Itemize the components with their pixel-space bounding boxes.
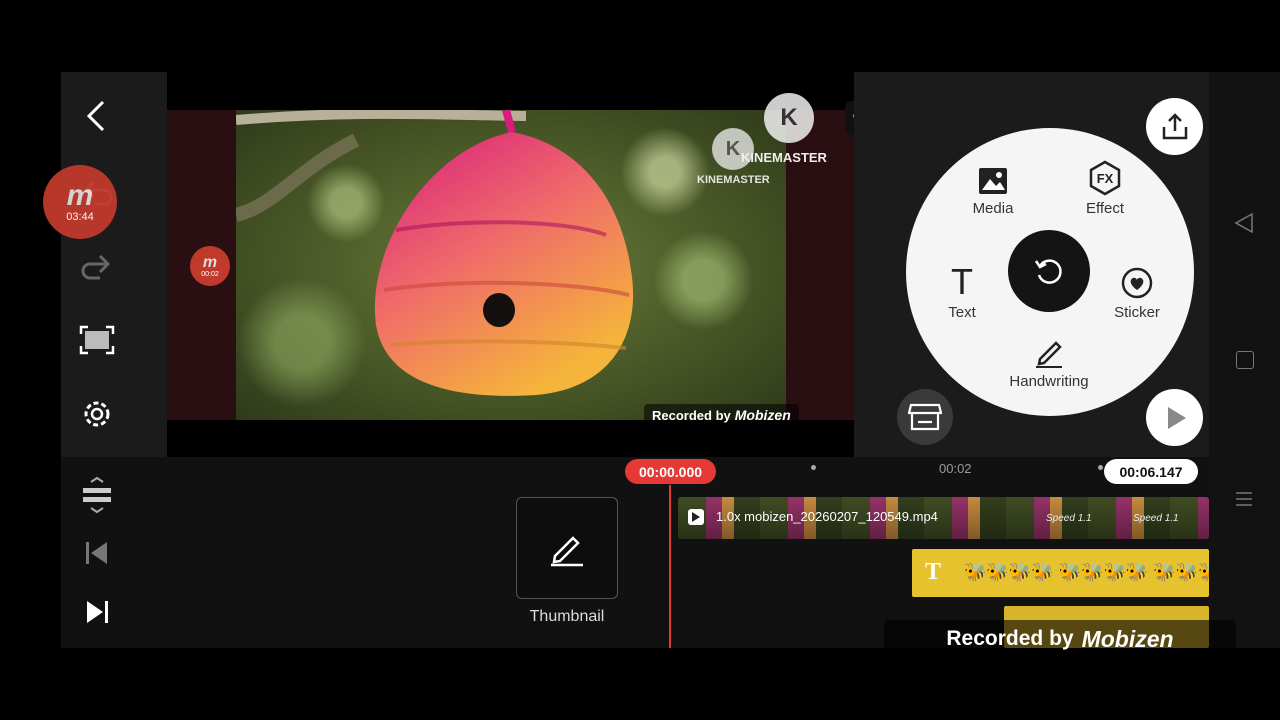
fullscreen-icon bbox=[79, 325, 115, 355]
jump-start-button[interactable] bbox=[77, 533, 117, 573]
beehive-image bbox=[236, 110, 634, 396]
recorder-watermark: Recorded by Mobizen bbox=[884, 620, 1236, 658]
redo-icon bbox=[81, 254, 111, 280]
menu-media[interactable]: Media bbox=[938, 158, 1048, 217]
timeline-layers-button[interactable] bbox=[77, 475, 117, 515]
jump-end-button[interactable] bbox=[77, 592, 117, 632]
menu-lines-icon bbox=[1236, 492, 1252, 506]
kinemaster-logo-icon: K bbox=[764, 93, 814, 143]
mobizen-preview-badge: m 00:02 bbox=[190, 246, 230, 286]
timeline-tick-dot bbox=[811, 465, 816, 470]
sticker-icon bbox=[1121, 267, 1153, 299]
pencil-icon bbox=[551, 536, 583, 567]
asset-store-button[interactable] bbox=[897, 389, 953, 445]
store-icon bbox=[908, 403, 942, 431]
thumbnail-button[interactable] bbox=[516, 497, 618, 599]
preview-mobizen-text: Mobizen bbox=[734, 407, 791, 423]
text-layer-clip[interactable]: T 🐝🐝🐝🐝 🐝🐝🐝🐝 🐝🐝🐝 bbox=[912, 549, 1209, 597]
menu-text[interactable]: T Text bbox=[907, 261, 1017, 322]
skip-end-icon bbox=[87, 601, 108, 623]
triangle-back-icon bbox=[1234, 212, 1253, 234]
pen-icon bbox=[1036, 341, 1062, 368]
nav-home-button[interactable] bbox=[1236, 351, 1254, 369]
kinemaster-watermark-icon: K bbox=[712, 128, 754, 170]
recorder-watermark-brand: Mobizen bbox=[1081, 625, 1174, 652]
mobizen-logo-icon: m bbox=[66, 179, 94, 212]
play-button[interactable] bbox=[1146, 389, 1203, 446]
nav-recents-button[interactable] bbox=[1234, 489, 1254, 514]
redo-button[interactable] bbox=[77, 246, 117, 286]
back-button[interactable] bbox=[77, 96, 117, 136]
preview-recorded-label: Recorded by bbox=[652, 407, 731, 423]
menu-text-label: Text bbox=[948, 304, 976, 321]
total-time-badge: 00:06.147 bbox=[1104, 459, 1198, 484]
export-button[interactable] bbox=[1146, 98, 1203, 155]
text-layer-icon: T bbox=[925, 559, 942, 585]
fullscreen-button[interactable] bbox=[77, 320, 117, 360]
menu-sticker-label: Sticker bbox=[1114, 304, 1160, 321]
clip-filename: 1.0x mobizen_20260207_120549.mp4 bbox=[716, 509, 938, 524]
thumbnail-label: Thumbnail bbox=[529, 608, 605, 625]
menu-effect[interactable]: FX Effect bbox=[1050, 158, 1160, 217]
fx-glyph: FX bbox=[1097, 171, 1114, 186]
play-icon bbox=[1167, 406, 1186, 429]
chevron-left-icon bbox=[86, 100, 105, 132]
video-clip[interactable]: 1.0x mobizen_20260207_120549.mp4 Speed 1… bbox=[678, 497, 1209, 539]
menu-handwriting-label: Handwriting bbox=[1009, 373, 1089, 390]
clip-speed-label: Speed 1.1 bbox=[1133, 513, 1179, 524]
kinemaster-watermark-text: KINEMASTER bbox=[697, 174, 770, 186]
text-layer-content: 🐝🐝🐝🐝 🐝🐝🐝🐝 🐝🐝🐝 bbox=[964, 562, 1209, 582]
timeline-tick-dot bbox=[1098, 465, 1103, 470]
video-preview[interactable] bbox=[236, 110, 786, 420]
mobizen-bubble[interactable]: m 03:44 bbox=[43, 165, 117, 239]
recorder-watermark-prefix: Recorded by bbox=[946, 627, 1074, 650]
gear-icon bbox=[84, 401, 110, 427]
mobizen-preview-timer: 00:02 bbox=[201, 270, 219, 278]
layers-adjust-icon bbox=[83, 476, 111, 514]
current-time-badge: 00:00.000 bbox=[625, 459, 716, 484]
video-clip-icon bbox=[688, 509, 704, 525]
mobizen-logo-icon: m bbox=[202, 253, 218, 271]
image-icon bbox=[979, 168, 1007, 194]
kinemaster-logo-text: KINEMASTER bbox=[741, 150, 827, 165]
settings-button[interactable] bbox=[77, 394, 117, 434]
rotate-icon bbox=[1034, 259, 1062, 284]
timeline-marker-label: 00:02 bbox=[939, 461, 972, 476]
nav-back-button[interactable] bbox=[1234, 212, 1254, 239]
share-upload-icon bbox=[1162, 112, 1187, 139]
mobizen-timer: 03:44 bbox=[66, 211, 94, 223]
clip-speed-label: Speed 1.1 bbox=[1046, 513, 1092, 524]
menu-effect-label: Effect bbox=[1085, 200, 1125, 217]
fx-icon: FX bbox=[1089, 160, 1121, 196]
menu-handwriting[interactable]: Handwriting bbox=[994, 331, 1104, 390]
menu-media-label: Media bbox=[972, 200, 1014, 217]
text-t-icon: T bbox=[951, 261, 973, 302]
rotate-menu-button[interactable] bbox=[1008, 230, 1090, 312]
preview-recorded-watermark: Recorded by Mobizen bbox=[644, 404, 799, 426]
skip-start-icon bbox=[86, 542, 107, 564]
menu-sticker[interactable]: Sticker bbox=[1082, 262, 1192, 321]
playhead[interactable] bbox=[669, 485, 671, 648]
